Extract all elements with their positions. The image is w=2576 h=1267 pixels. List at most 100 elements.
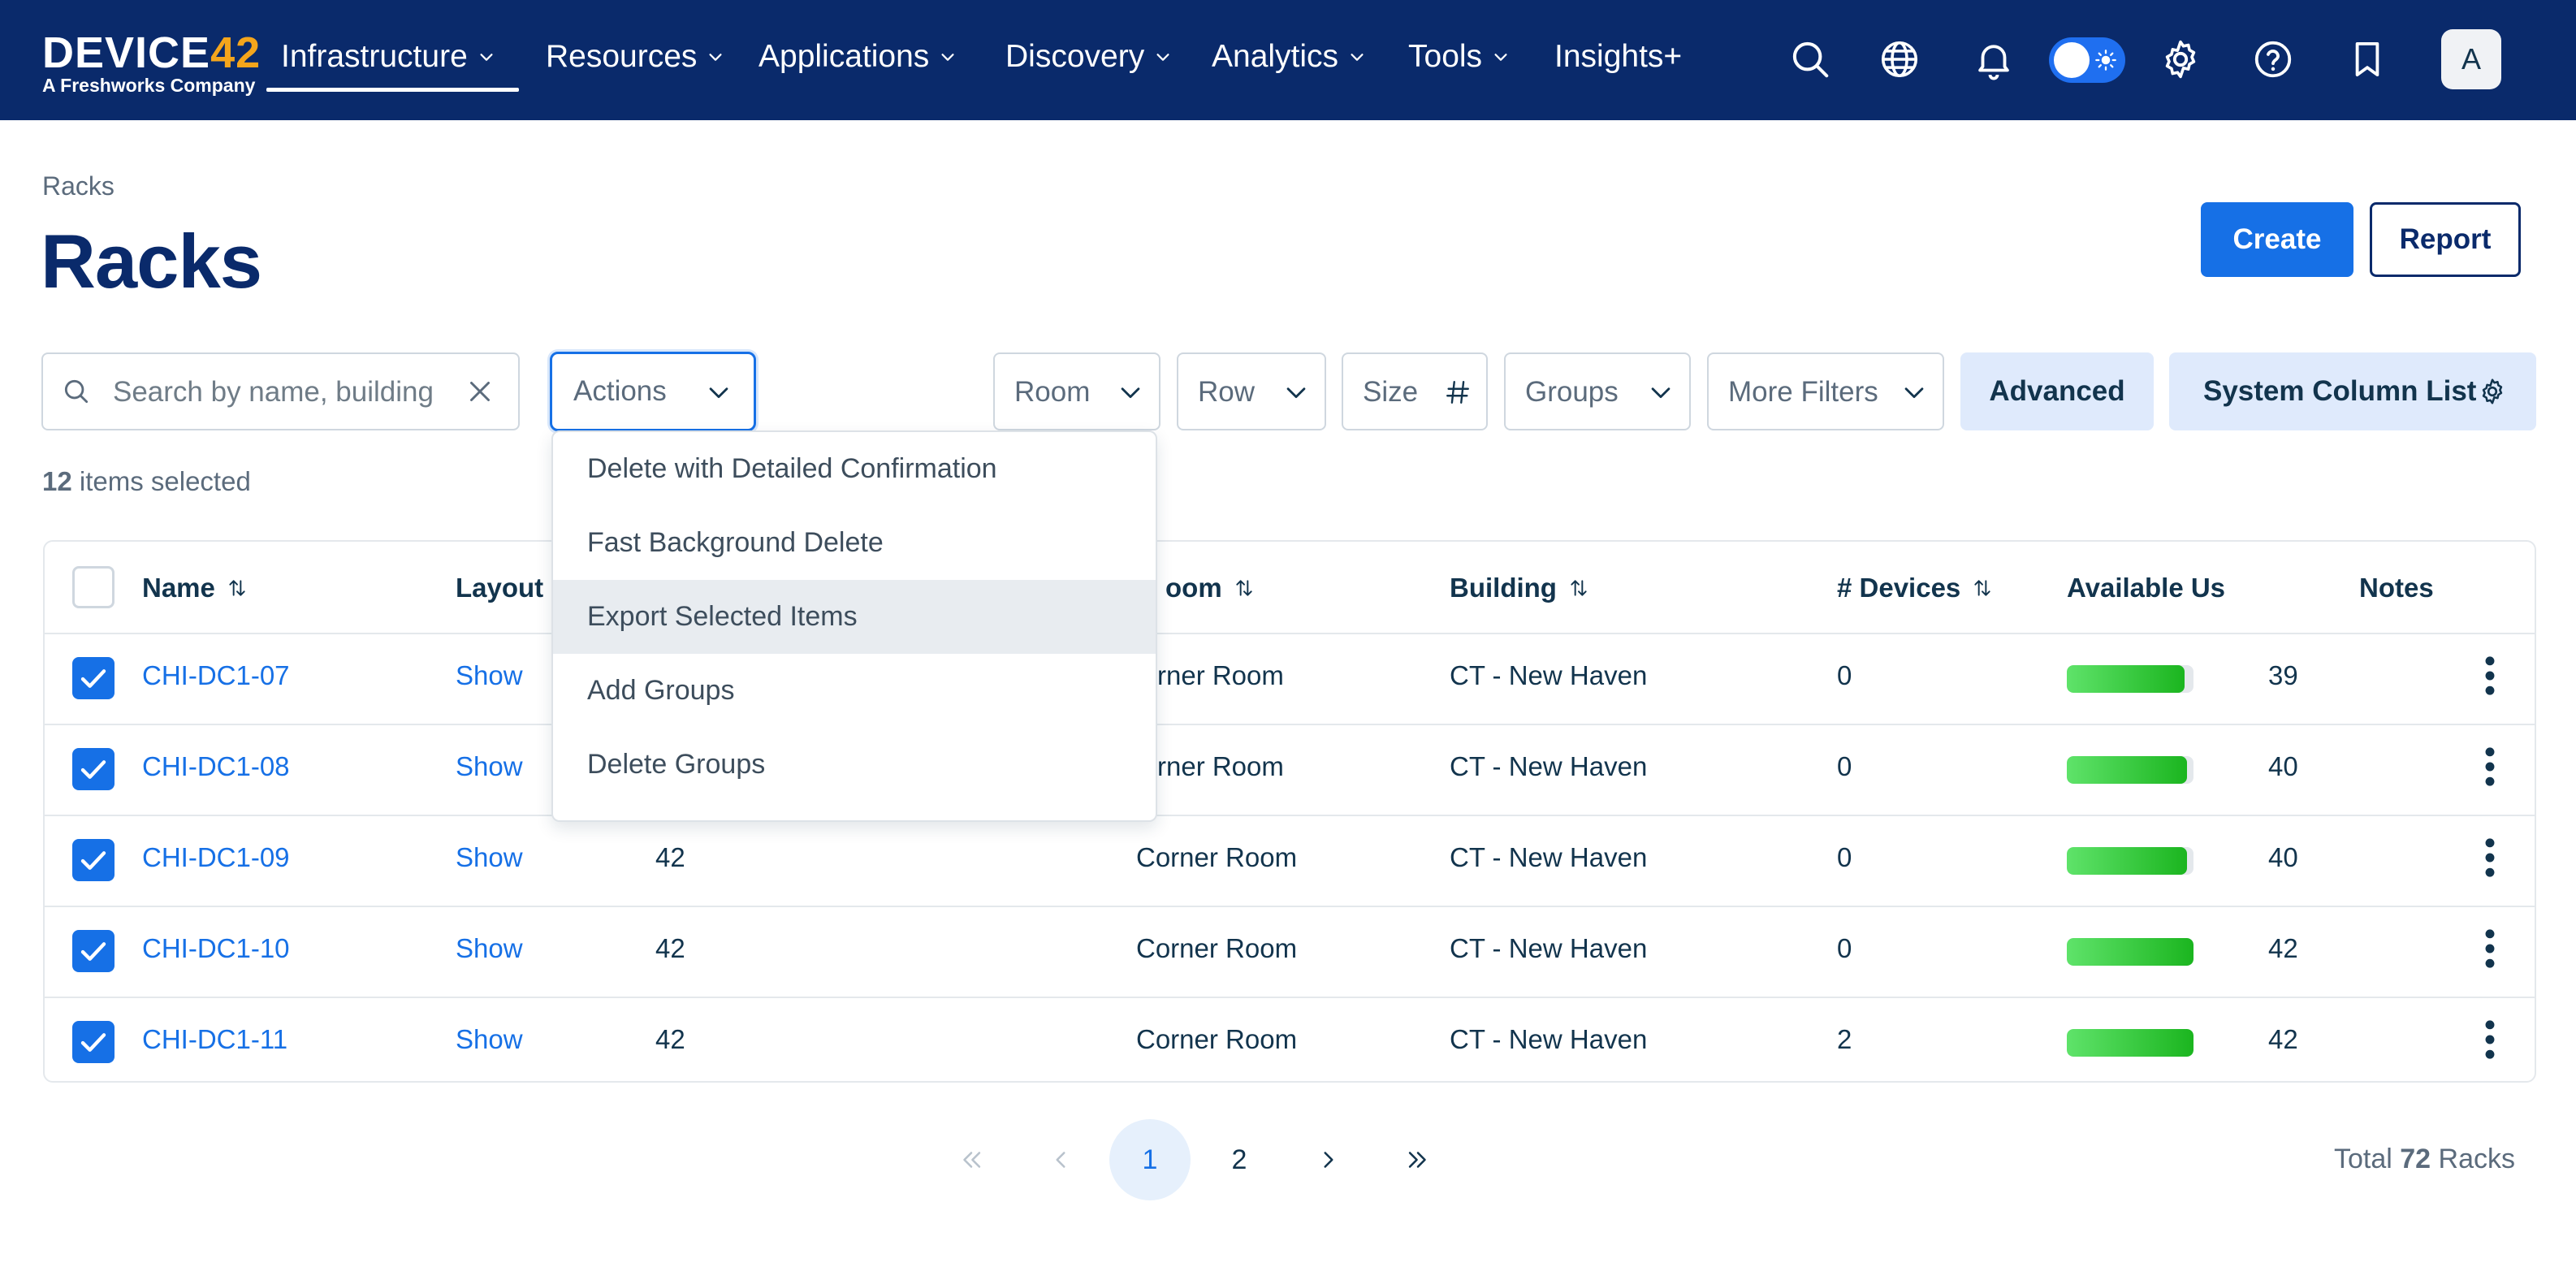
rack-name-link[interactable]: CHI-DC1-08 bbox=[142, 751, 290, 782]
column-header-building[interactable]: Building bbox=[1450, 573, 1589, 603]
more-filters[interactable]: More Filters bbox=[1707, 352, 1944, 430]
rack-devices: 0 bbox=[1837, 751, 1852, 781]
rack-room: Corner Room bbox=[1136, 842, 1298, 872]
available-us-bar bbox=[2067, 756, 2193, 784]
rack-building: CT - New Haven bbox=[1450, 1024, 1648, 1054]
gear-icon bbox=[2482, 378, 2503, 404]
available-us-bar bbox=[2067, 938, 2193, 966]
rack-building: CT - New Haven bbox=[1450, 842, 1648, 872]
row-checkbox[interactable] bbox=[72, 930, 115, 972]
chevron-down-icon bbox=[1121, 387, 1140, 399]
menu-item-delete-groups[interactable]: Delete Groups bbox=[553, 728, 1156, 802]
menu-item-fast-delete[interactable]: Fast Background Delete bbox=[553, 506, 1156, 580]
row-checkbox[interactable] bbox=[72, 657, 115, 699]
nav-infrastructure[interactable]: Infrastructure bbox=[281, 39, 495, 75]
available-us-bar bbox=[2067, 665, 2193, 693]
breadcrumb[interactable]: Racks bbox=[42, 171, 115, 201]
column-header-room[interactable]: oom bbox=[1165, 573, 1255, 603]
nav-analytics[interactable]: Analytics bbox=[1212, 39, 1366, 75]
rack-name-link[interactable]: CHI-DC1-07 bbox=[142, 660, 290, 691]
help-icon[interactable] bbox=[2251, 37, 2295, 81]
row-filter[interactable]: Row bbox=[1177, 352, 1326, 430]
row-checkbox[interactable] bbox=[72, 839, 115, 881]
more-filters-label: More Filters bbox=[1728, 376, 1878, 408]
actions-dropdown[interactable]: Actions bbox=[550, 352, 756, 431]
chevron-down-icon bbox=[941, 54, 954, 61]
layout-show-link[interactable]: Show bbox=[456, 660, 523, 691]
column-header-notes[interactable]: Notes bbox=[2359, 573, 2434, 603]
avatar[interactable]: A bbox=[2441, 29, 2501, 89]
double-chevron-right-icon bbox=[1408, 1152, 1426, 1168]
room-filter[interactable]: Room bbox=[993, 352, 1160, 430]
check-icon bbox=[80, 851, 106, 870]
select-all-checkbox[interactable] bbox=[72, 566, 115, 608]
check-icon bbox=[80, 1033, 106, 1052]
advanced-button[interactable]: Advanced bbox=[1960, 352, 2154, 430]
column-header-available-us[interactable]: Available Us bbox=[2067, 573, 2225, 603]
page-2-button[interactable]: 2 bbox=[1199, 1119, 1280, 1200]
layout-show-link[interactable]: Show bbox=[456, 1024, 523, 1055]
search-input[interactable] bbox=[111, 370, 456, 414]
menu-item-delete-detailed[interactable]: Delete with Detailed Confirmation bbox=[553, 432, 1156, 506]
chevron-down-icon bbox=[1286, 387, 1306, 399]
next-page-button[interactable] bbox=[1288, 1119, 1369, 1200]
size-filter[interactable]: Size bbox=[1342, 352, 1488, 430]
nav-insights[interactable]: Insights+ bbox=[1554, 39, 1682, 75]
rack-room: Corner Room bbox=[1136, 1024, 1298, 1054]
table-header: Name Layout oom Building # Devices Avail… bbox=[45, 542, 2535, 634]
available-us-fill bbox=[2067, 665, 2185, 693]
more-options-icon[interactable] bbox=[2484, 746, 2496, 787]
chevron-down-icon bbox=[1351, 54, 1364, 61]
nav-applications[interactable]: Applications bbox=[759, 39, 957, 75]
globe-icon[interactable] bbox=[1878, 37, 1921, 81]
theme-toggle[interactable] bbox=[2049, 37, 2125, 83]
prev-page-button[interactable] bbox=[1020, 1119, 1101, 1200]
bookmark-icon[interactable] bbox=[2345, 37, 2389, 81]
gear-icon[interactable] bbox=[2159, 37, 2202, 81]
report-button[interactable]: Report bbox=[2370, 202, 2521, 277]
more-options-icon[interactable] bbox=[2484, 837, 2496, 878]
search-box bbox=[41, 352, 520, 430]
nav-discovery[interactable]: Discovery bbox=[1005, 39, 1172, 75]
rack-name-link[interactable]: CHI-DC1-11 bbox=[142, 1024, 287, 1055]
rack-building: CT - New Haven bbox=[1450, 933, 1648, 963]
top-navbar: DEVICE42 A Freshworks Company Infrastruc… bbox=[0, 0, 2576, 120]
layout-show-link[interactable]: Show bbox=[456, 842, 523, 873]
chevron-down-icon bbox=[709, 54, 722, 61]
layout-show-link[interactable]: Show bbox=[456, 751, 523, 782]
page-1-button[interactable]: 1 bbox=[1109, 1119, 1191, 1200]
check-icon bbox=[80, 669, 106, 688]
rack-size: 42 bbox=[655, 933, 685, 963]
more-options-icon[interactable] bbox=[2484, 1019, 2496, 1060]
nav-tools[interactable]: Tools bbox=[1408, 39, 1510, 75]
rack-name-link[interactable]: CHI-DC1-09 bbox=[142, 842, 290, 873]
rack-size: 42 bbox=[655, 1024, 685, 1054]
system-column-list-button[interactable]: System Column List bbox=[2169, 352, 2536, 430]
chevron-down-icon bbox=[1494, 54, 1507, 61]
total-count: Total 72 Racks bbox=[2334, 1144, 2516, 1174]
row-checkbox[interactable] bbox=[72, 1021, 115, 1063]
search-icon[interactable] bbox=[1788, 37, 1832, 81]
clear-icon[interactable] bbox=[465, 377, 495, 406]
logo-subtitle: A Freshworks Company bbox=[42, 75, 256, 96]
column-header-name[interactable]: Name bbox=[142, 573, 248, 603]
column-header-devices[interactable]: # Devices bbox=[1837, 573, 1993, 603]
row-checkbox[interactable] bbox=[72, 748, 115, 790]
chevron-down-icon bbox=[1156, 54, 1169, 61]
more-options-icon[interactable] bbox=[2484, 655, 2496, 696]
menu-item-add-groups[interactable]: Add Groups bbox=[553, 654, 1156, 728]
last-page-button[interactable] bbox=[1377, 1119, 1459, 1200]
column-header-layout[interactable]: Layout bbox=[456, 573, 543, 603]
first-page-button[interactable] bbox=[931, 1119, 1012, 1200]
layout-show-link[interactable]: Show bbox=[456, 933, 523, 964]
row-filter-label: Row bbox=[1198, 376, 1256, 408]
logo[interactable]: DEVICE42 bbox=[42, 28, 261, 78]
groups-filter[interactable]: Groups bbox=[1504, 352, 1691, 430]
available-us-fill bbox=[2067, 847, 2188, 875]
create-button[interactable]: Create bbox=[2201, 202, 2353, 277]
rack-name-link[interactable]: CHI-DC1-10 bbox=[142, 933, 290, 964]
nav-resources[interactable]: Resources bbox=[546, 39, 724, 75]
menu-item-export-selected[interactable]: Export Selected Items bbox=[553, 580, 1156, 654]
bell-icon[interactable] bbox=[1972, 37, 2016, 81]
more-options-icon[interactable] bbox=[2484, 928, 2496, 969]
